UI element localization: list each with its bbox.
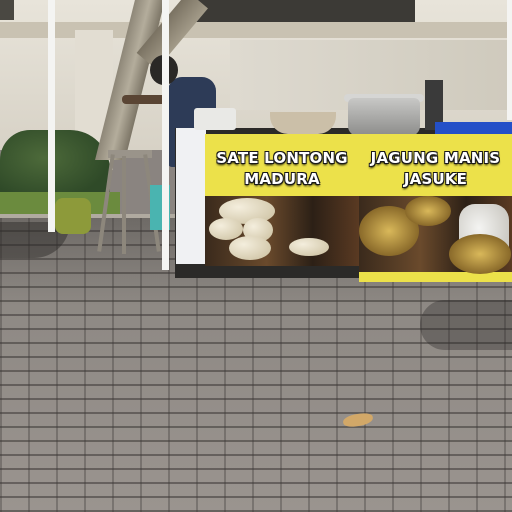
bucket (194, 108, 236, 130)
stool-leg (122, 156, 126, 254)
lontong-rice-cake (209, 218, 243, 240)
banner-sate-lontong: SATE LONTONG MADURA (205, 134, 359, 266)
tent-pole (162, 0, 169, 270)
banner-title-line: JAGUNG MANIS (370, 149, 501, 167)
stool-leg (97, 154, 115, 252)
building-dark-strip (185, 0, 415, 24)
lontong-rice-cake (289, 238, 329, 256)
banner-jagung-manis: JAGUNG MANIS JASUKE (359, 134, 512, 282)
stall-side-panel (176, 128, 206, 264)
lontong-rice-cake (229, 236, 271, 260)
corn-plate (449, 234, 511, 274)
corn-cup (405, 196, 451, 226)
basin (270, 112, 336, 134)
shadow (420, 300, 512, 350)
hedge-bush (0, 130, 110, 200)
banner-title-line: MADURA (244, 170, 320, 188)
tent-pole (507, 0, 512, 120)
tent-pole (48, 0, 55, 232)
banner-food-photo (359, 196, 512, 274)
photo-scene: SATE LONTONG MADURA JAGUNG MANIS JASUKE (0, 0, 512, 512)
banner-title-line: JASUKE (403, 170, 468, 188)
banner-title-line: SATE LONTONG (216, 149, 348, 167)
building-dark-corner (0, 0, 14, 20)
banner-food-photo (205, 196, 359, 266)
gas-canister (55, 198, 91, 234)
cooking-pot (348, 98, 420, 136)
